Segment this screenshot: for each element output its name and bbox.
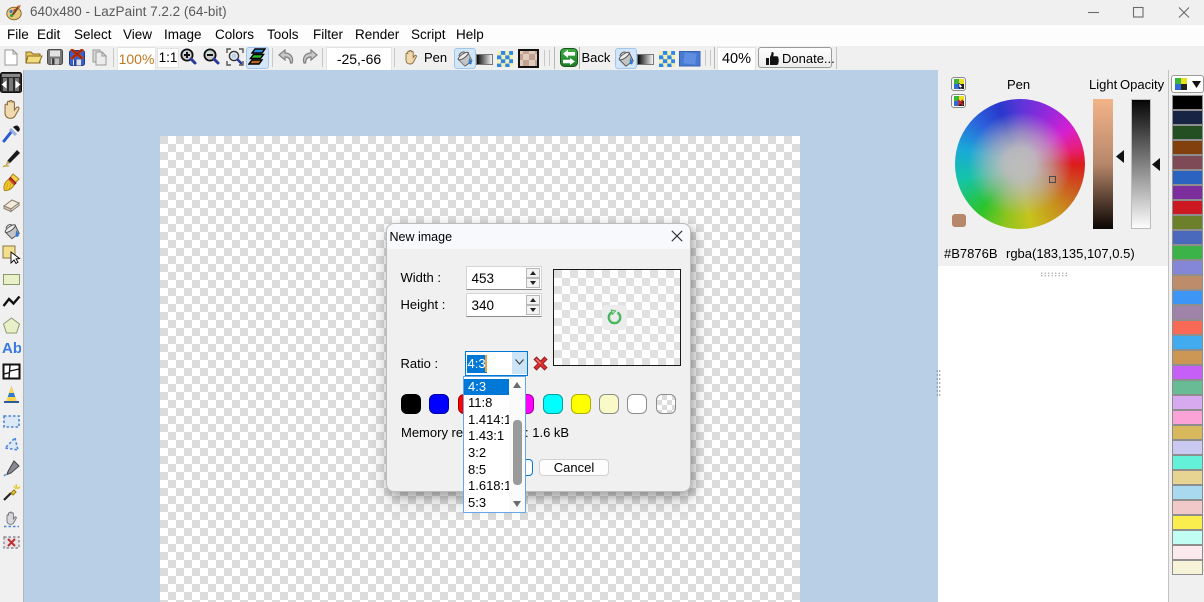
svg-text:Ab: Ab <box>2 340 21 357</box>
